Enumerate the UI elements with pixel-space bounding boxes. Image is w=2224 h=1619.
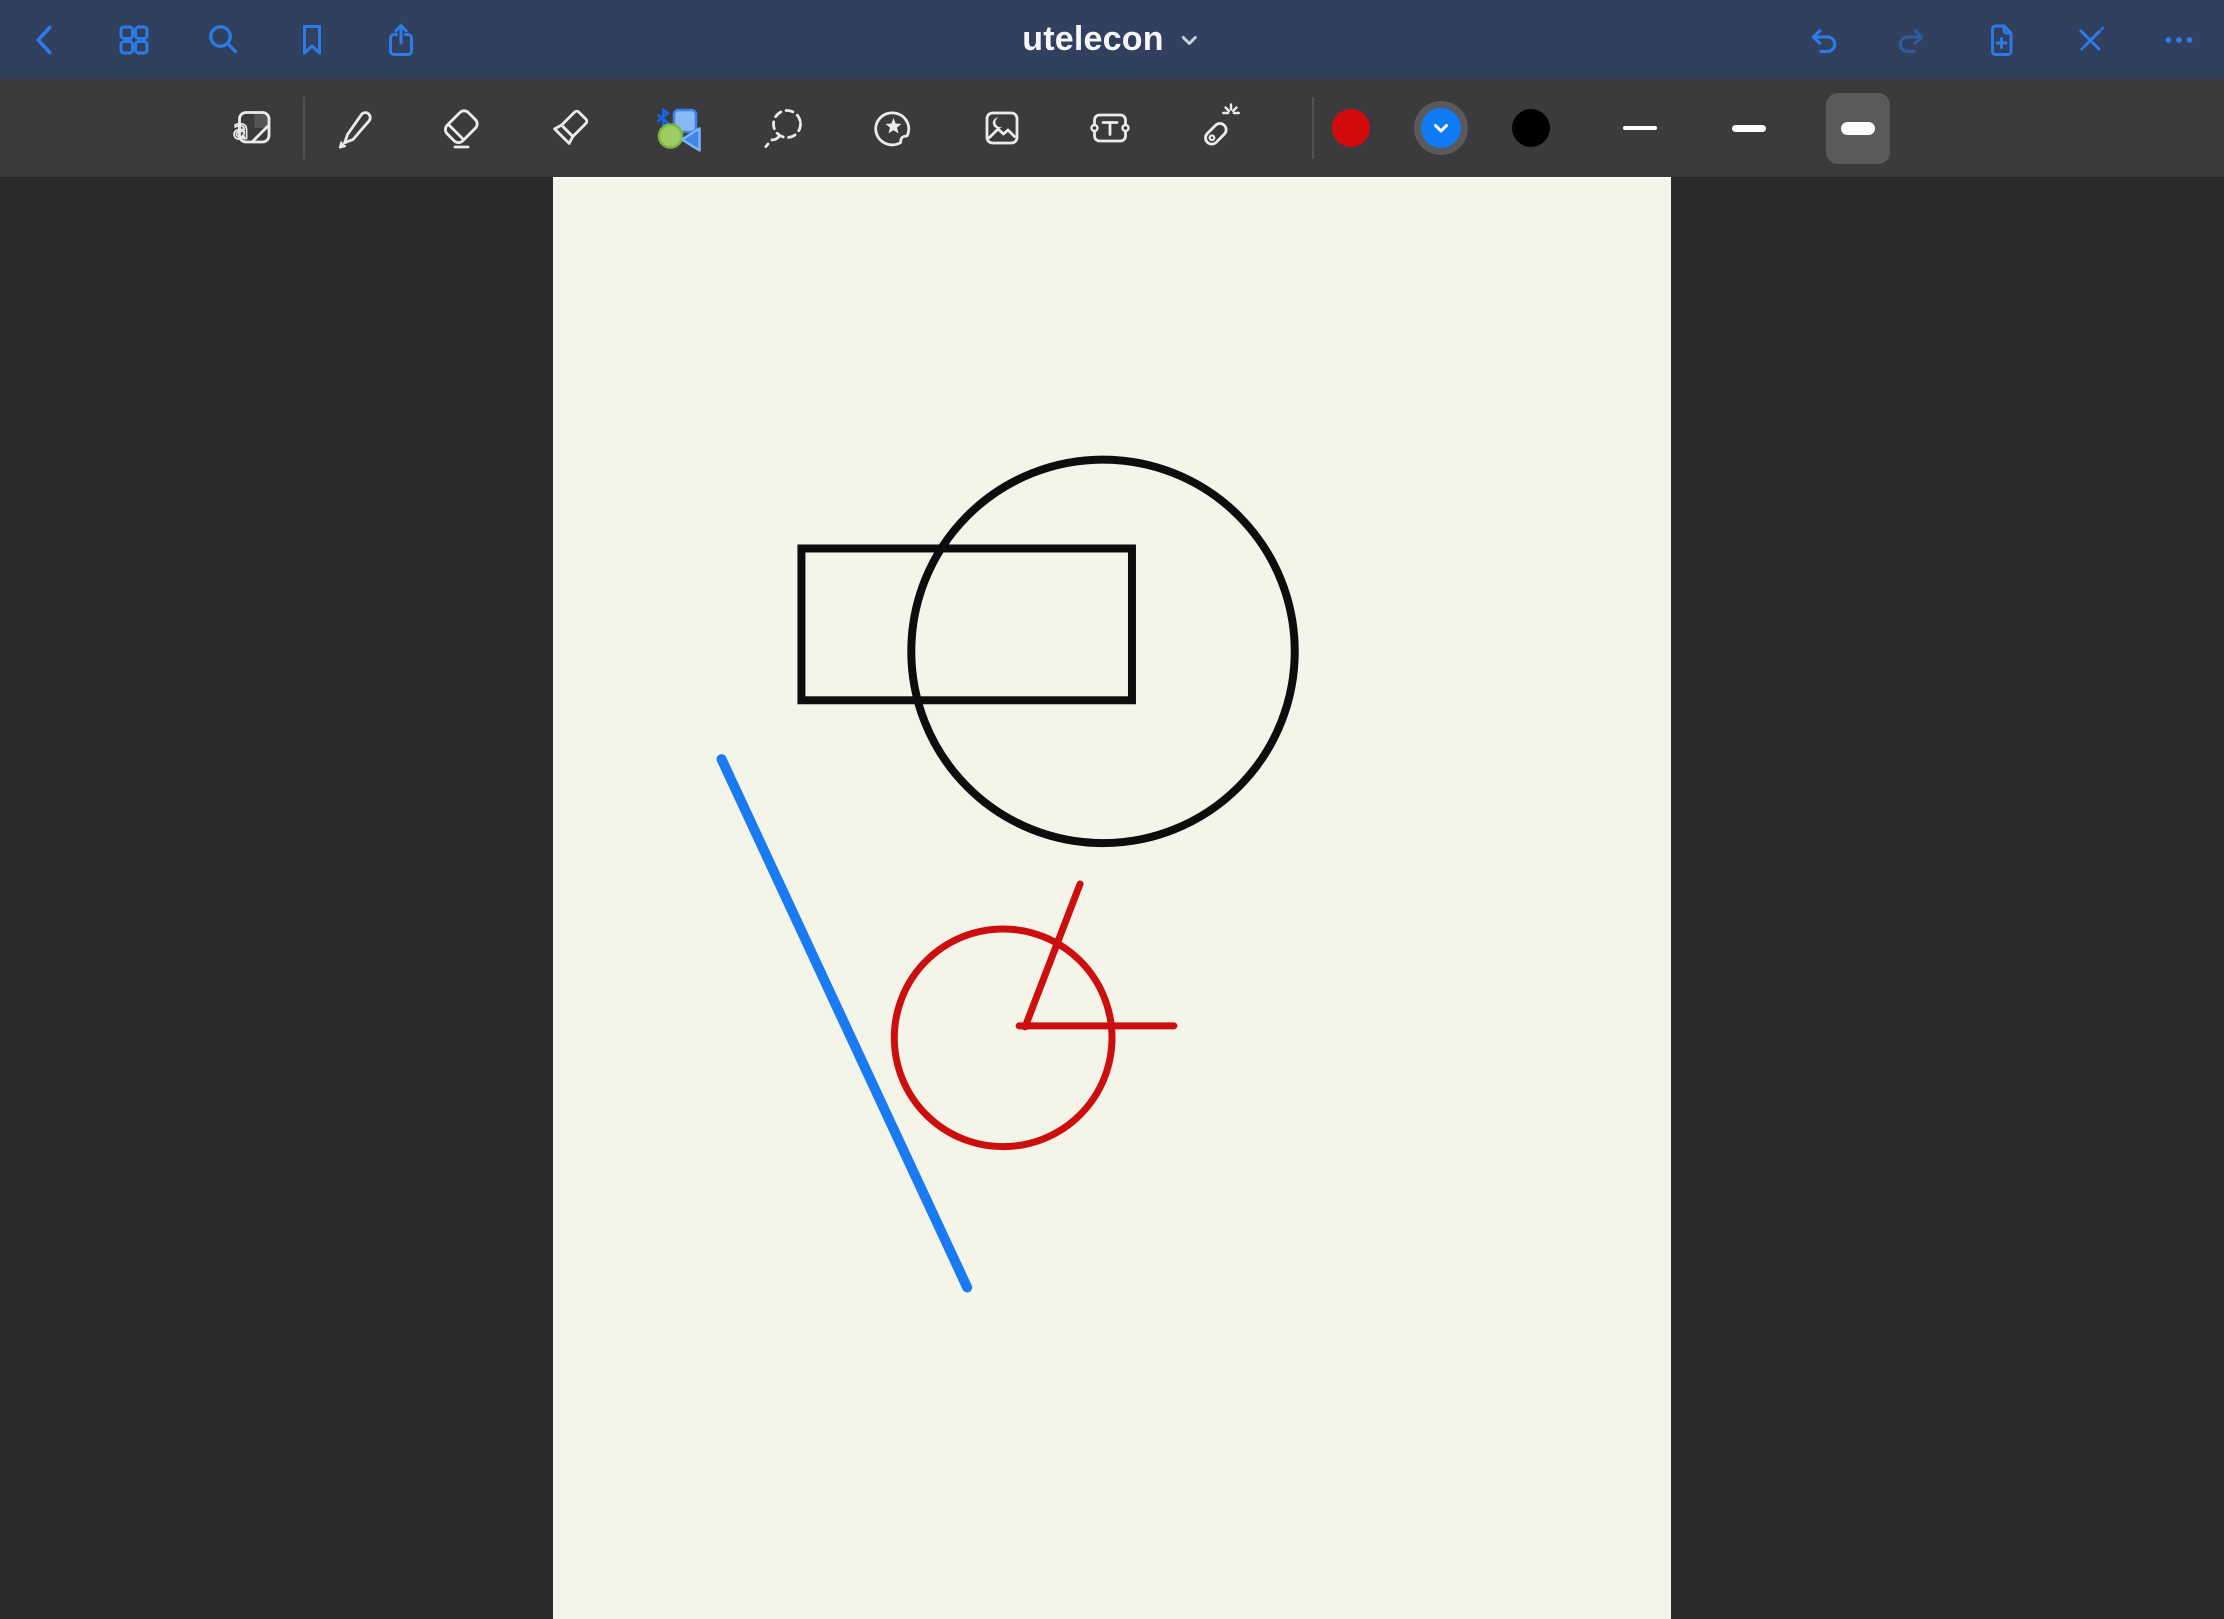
color-swatch-black[interactable] <box>1512 109 1550 147</box>
eraser-tool[interactable] <box>434 100 490 156</box>
undo-icon <box>1804 21 1842 59</box>
eraser-icon <box>434 100 490 156</box>
lasso-tool[interactable] <box>758 100 814 156</box>
thick-line-glyph <box>1841 122 1875 135</box>
blue-line <box>722 759 968 1287</box>
black-circle <box>911 460 1294 843</box>
shapes-icon <box>650 100 706 156</box>
black-rectangle <box>801 548 1132 700</box>
redo-icon <box>1893 21 1931 59</box>
undo-button[interactable] <box>1804 21 1842 59</box>
pen-icon <box>326 100 382 156</box>
thickness-medium[interactable] <box>1717 93 1781 164</box>
laser-pointer-icon <box>1190 100 1246 156</box>
thin-line-glyph <box>1623 126 1657 130</box>
pen-tool[interactable] <box>326 100 382 156</box>
thickness-thin[interactable] <box>1608 93 1672 164</box>
toolbar-divider <box>1312 97 1314 159</box>
tools-group <box>326 100 1246 156</box>
thickness-options <box>1608 93 1890 164</box>
toolbar: a <box>0 79 2224 177</box>
color-swatches <box>1332 101 1550 155</box>
page-grid-icon <box>115 21 153 59</box>
text-box-icon <box>1082 100 1138 156</box>
more-button[interactable] <box>2160 21 2198 59</box>
back-icon <box>26 21 64 59</box>
svg-text:a: a <box>233 115 250 146</box>
search-icon <box>204 21 242 59</box>
image-tool[interactable] <box>974 100 1030 156</box>
toolbar-divider <box>303 97 305 159</box>
ellipsis-icon <box>2160 21 2198 59</box>
drawing-layer <box>553 179 1671 1619</box>
bookmark-icon <box>293 21 331 59</box>
red-circle <box>894 929 1112 1147</box>
page-title: utelecon <box>1022 20 1163 59</box>
add-page-icon <box>1982 21 2020 59</box>
pencil-cross-icon <box>2071 21 2109 59</box>
zoom-window-tool[interactable]: a <box>226 100 282 156</box>
elements-tool[interactable] <box>866 100 922 156</box>
image-icon <box>974 100 1030 156</box>
nav-right-group <box>1804 21 2198 59</box>
highlighter-icon <box>542 100 598 156</box>
sticker-star-icon <box>866 100 922 156</box>
chevron-down-icon <box>1178 28 1202 52</box>
shapes-tool[interactable] <box>650 100 706 156</box>
navigation-bar: utelecon <box>0 0 2224 79</box>
color-swatch-red[interactable] <box>1332 109 1370 147</box>
bookmark-button[interactable] <box>293 21 331 59</box>
redo-button[interactable] <box>1893 21 1931 59</box>
highlighter-tool[interactable] <box>542 100 598 156</box>
stop-editing-button[interactable] <box>2071 21 2109 59</box>
text-tool[interactable] <box>1082 100 1138 156</box>
add-page-button[interactable] <box>1982 21 2020 59</box>
canvas-area <box>0 177 2224 1619</box>
medium-line-glyph <box>1732 125 1766 132</box>
search-button[interactable] <box>204 21 242 59</box>
document-title-button[interactable]: utelecon <box>1022 0 1201 79</box>
share-button[interactable] <box>382 21 420 59</box>
zoom-window-icon: a <box>226 100 282 156</box>
page-grid-button[interactable] <box>115 21 153 59</box>
nav-left-group <box>26 21 420 59</box>
back-button[interactable] <box>26 21 64 59</box>
color-swatch-blue-selected[interactable] <box>1414 101 1468 155</box>
lasso-icon <box>758 100 814 156</box>
chevron-down-icon <box>1430 117 1452 139</box>
notebook-page[interactable] <box>553 177 1671 1619</box>
share-icon <box>382 21 420 59</box>
thickness-thick[interactable] <box>1826 93 1890 164</box>
laser-pointer-tool[interactable] <box>1190 100 1246 156</box>
